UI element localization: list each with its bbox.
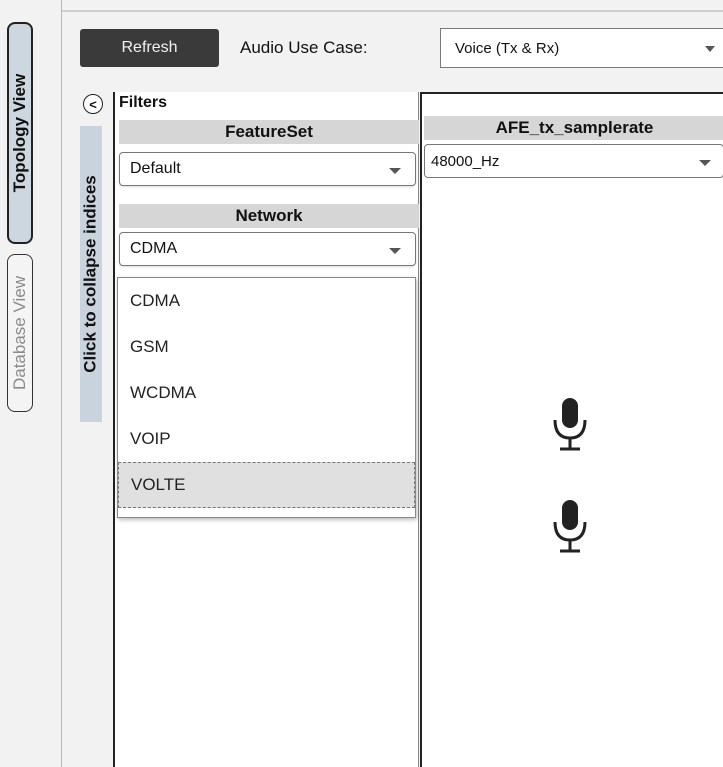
- refresh-button-label: Refresh: [121, 39, 178, 56]
- afe-tx-samplerate-select[interactable]: 48000_Hz: [424, 144, 723, 178]
- featureset-value: Default: [130, 160, 181, 177]
- audio-use-case-value: Voice (Tx & Rx): [455, 39, 560, 57]
- featureset-select[interactable]: Default: [119, 152, 416, 186]
- tab-database-view-label: Database View: [10, 275, 30, 391]
- chevron-left-icon[interactable]: <: [83, 94, 103, 114]
- afe-tx-samplerate-value: 48000_Hz: [431, 152, 500, 170]
- caret-down-icon: [699, 160, 711, 166]
- tab-topology-view[interactable]: Topology View: [7, 22, 33, 244]
- caret-down-icon: [389, 168, 401, 174]
- refresh-button[interactable]: Refresh: [80, 29, 219, 67]
- collapse-indices-strip[interactable]: Click to collapse indices: [80, 126, 102, 422]
- caret-down-icon: [389, 248, 401, 254]
- network-option-volte[interactable]: VOLTE: [118, 462, 415, 508]
- microphone-icon[interactable]: [550, 396, 590, 456]
- caret-down-icon: [705, 46, 715, 52]
- network-header: Network: [119, 204, 419, 228]
- network-option-cdma[interactable]: CDMA: [118, 278, 415, 324]
- network-option-gsm[interactable]: GSM: [118, 324, 415, 370]
- tab-database-view[interactable]: Database View: [7, 254, 33, 412]
- network-dropdown-list: CDMA GSM WCDMA VOIP VOLTE: [117, 277, 416, 518]
- audio-use-case-label: Audio Use Case:: [240, 38, 368, 57]
- top-divider: [0, 10, 723, 12]
- network-option-voip[interactable]: VOIP: [118, 416, 415, 462]
- collapse-button-glyph: <: [89, 96, 97, 112]
- afe-tx-samplerate-header: AFE_tx_samplerate: [424, 116, 723, 140]
- featureset-header: FeatureSet: [119, 120, 419, 144]
- microphone-icon[interactable]: [550, 498, 590, 558]
- network-value: CDMA: [130, 240, 178, 257]
- collapse-indices-label: Click to collapse indices: [81, 175, 100, 373]
- network-option-wcdma[interactable]: WCDMA: [118, 370, 415, 416]
- network-select[interactable]: CDMA: [119, 232, 416, 266]
- tab-topology-view-label: Topology View: [10, 73, 30, 193]
- audio-use-case-select[interactable]: Voice (Tx & Rx): [440, 28, 723, 68]
- view-tab-strip: Topology View Database View: [0, 0, 62, 767]
- filters-title: Filters: [119, 94, 168, 111]
